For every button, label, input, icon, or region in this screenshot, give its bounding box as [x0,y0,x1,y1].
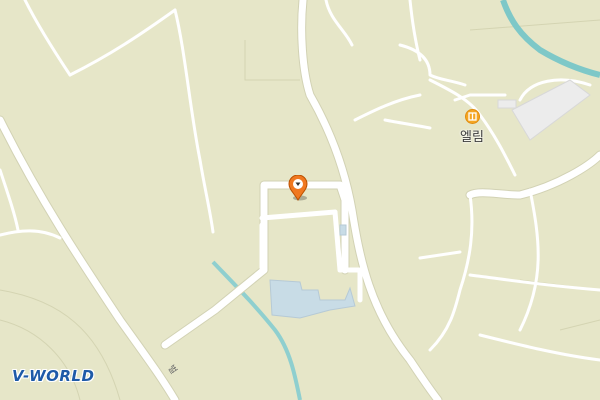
logo-text: V-WORLD [12,367,95,385]
location-pin-icon[interactable] [287,175,309,201]
building-icon[interactable] [465,109,480,124]
poi-label[interactable]: 엘림 [460,126,484,145]
map-canvas[interactable]: 엘림 벌 V-WORLD [0,0,600,400]
vworld-logo[interactable]: V-WORLD [12,367,94,385]
